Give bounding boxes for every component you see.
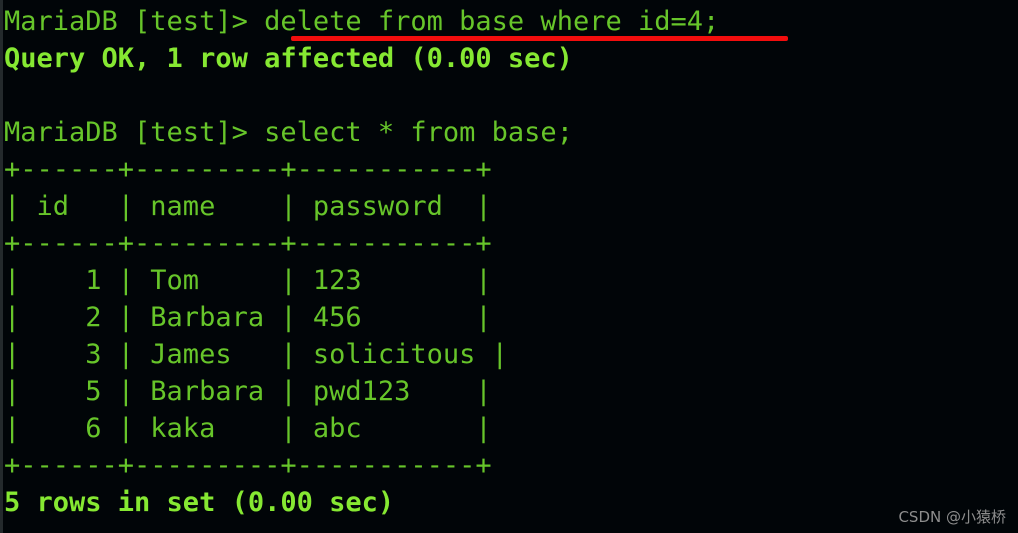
terminal-screen[interactable]: MariaDB [test]> delete from base where i… <box>4 3 1018 533</box>
table-row: | 2 | Barbara | 456 | <box>4 302 492 333</box>
table-row: | 3 | James | solicitous | <box>4 339 508 370</box>
table-bottom-border: +------+---------+-----------+ <box>4 450 492 481</box>
terminal-left-gutter <box>0 0 3 533</box>
prompt-label: MariaDB [test]> <box>4 117 265 148</box>
table-row: | 6 | kaka | abc | <box>4 413 492 444</box>
terminal-window: MariaDB [test]> delete from base where i… <box>0 0 1018 533</box>
terminal-line-command-delete: MariaDB [test]> delete from base where i… <box>4 3 1018 40</box>
command-text-select: select * from base; <box>264 117 573 148</box>
table-row: | 5 | Barbara | pwd123 | <box>4 376 492 407</box>
terminal-line-result-select: 5 rows in set (0.00 sec) <box>4 487 395 518</box>
table-header-row: | id | name | password | <box>4 191 492 222</box>
table-row: | 1 | Tom | 123 | <box>4 265 492 296</box>
table-top-border: +------+---------+-----------+ <box>4 154 492 185</box>
terminal-line-result-delete: Query OK, 1 row affected (0.00 sec) <box>4 43 573 74</box>
prompt-label: MariaDB [test]> <box>4 6 265 37</box>
command-text-delete: delete from base where id=4; <box>264 6 720 37</box>
terminal-line-command-select: MariaDB [test]> select * from base; <box>4 114 1018 151</box>
table-header-border: +------+---------+-----------+ <box>4 228 492 259</box>
red-underline-annotation <box>291 36 788 41</box>
watermark: CSDN @小猿桥 <box>898 508 1006 526</box>
